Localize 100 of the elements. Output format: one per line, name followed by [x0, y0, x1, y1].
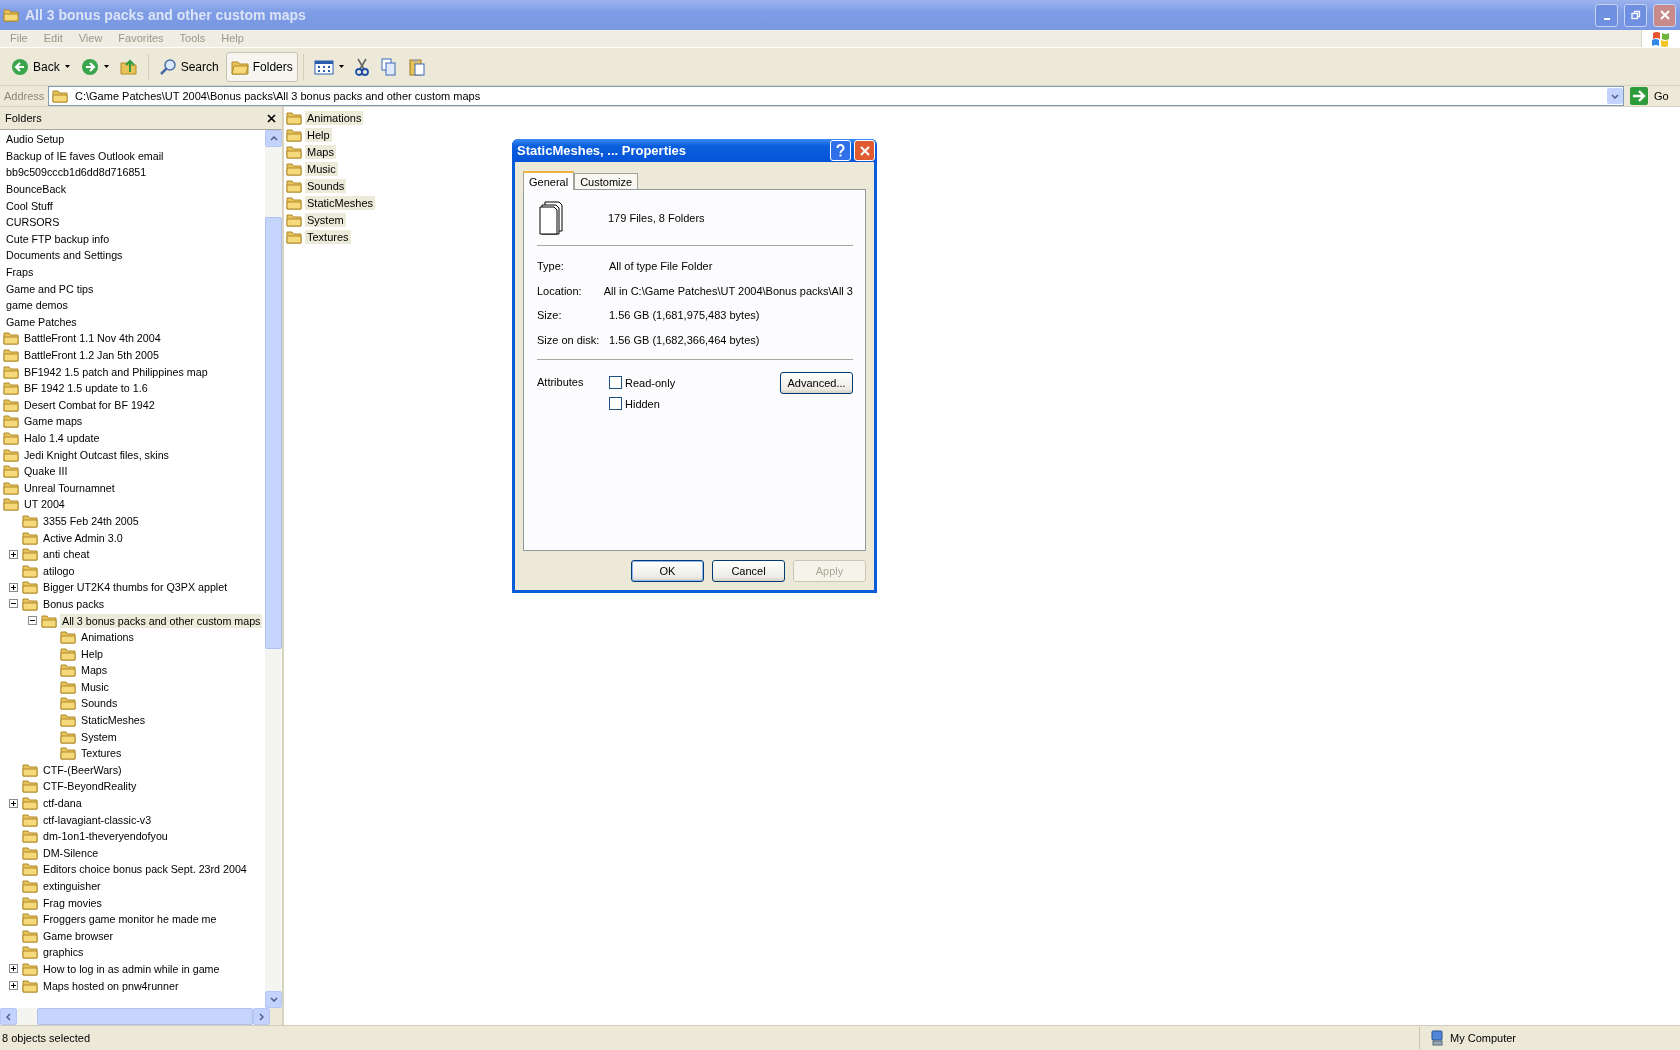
tree-item[interactable]: Halo 1.4 update	[22, 431, 102, 445]
tree-item[interactable]: Music	[79, 679, 111, 694]
tree-item[interactable]: Fraps	[4, 265, 36, 280]
tree-item[interactable]: BF 1942 1.5 update to 1.6	[22, 381, 150, 396]
tree-item[interactable]: Help	[79, 646, 105, 661]
tree-item[interactable]: Game maps	[22, 414, 85, 429]
dialog-title: StaticMeshes, ... Properties	[517, 143, 688, 158]
checkbox[interactable]: Hidden	[609, 397, 780, 410]
horizontal-scrollbar[interactable]	[0, 1008, 270, 1025]
tree-item[interactable]: Backup of IE faves Outlook email	[4, 148, 166, 163]
tree-item[interactable]: game demos	[4, 298, 70, 313]
advanced-button[interactable]: Advanced...	[780, 372, 853, 394]
checkbox[interactable]: Read-only	[609, 376, 780, 389]
chevron-right-icon[interactable]	[259, 1012, 264, 1021]
tree-item[interactable]: UT 2004	[22, 497, 67, 512]
tree-item[interactable]: StaticMeshes	[79, 713, 148, 728]
folder-item[interactable]: Maps	[305, 144, 336, 159]
folder-item[interactable]: Textures	[305, 229, 351, 244]
tree-item[interactable]: graphics	[41, 945, 86, 960]
search-button[interactable]: Search	[153, 51, 224, 82]
tab[interactable]: General	[523, 171, 575, 190]
tree-item[interactable]: CURSORS	[4, 215, 62, 230]
tree-item[interactable]: BF1942 1.5 patch and Philippines map	[22, 364, 210, 379]
expand-toggle-icon[interactable]	[9, 964, 18, 974]
help-button[interactable]	[830, 140, 851, 161]
dropdown-button[interactable]	[1607, 88, 1623, 104]
tree-item[interactable]: How to log in as admin while in game	[41, 962, 222, 976]
close-button[interactable]	[1653, 3, 1676, 27]
expand-toggle-icon[interactable]	[9, 798, 18, 808]
folder-item[interactable]: System	[305, 212, 346, 227]
tree-item[interactable]: Froggers game monitor he made me	[41, 912, 219, 927]
folder-item[interactable]: Music	[305, 161, 338, 176]
tree-item[interactable]: BounceBack	[4, 182, 68, 197]
tree-item[interactable]: atilogo	[41, 563, 77, 578]
tree-item[interactable]: Quake III	[22, 464, 70, 479]
folder-icon	[22, 845, 38, 860]
tree-item[interactable]: Game and PC tips	[4, 281, 96, 296]
tree-item[interactable]: dm-1on1-theveryendofyou	[41, 829, 170, 844]
tree-item[interactable]: Unreal Tournamnet	[22, 480, 117, 495]
tree-item[interactable]: Maps	[79, 663, 110, 678]
tree-item[interactable]: BattleFront 1.2 Jan 5th 2005	[22, 348, 161, 362]
tab[interactable]: Customize	[574, 173, 639, 189]
tree-item[interactable]: Bonus packs	[41, 596, 107, 611]
go-button[interactable]: Go	[1628, 86, 1680, 106]
tree-item[interactable]: 3355 Feb 24th 2005	[41, 513, 141, 528]
dialog-button[interactable]: OK	[631, 560, 704, 582]
folder-icon	[22, 547, 38, 562]
folder-item[interactable]: Animations	[305, 110, 364, 125]
close-icon[interactable]	[267, 113, 276, 123]
collapse-toggle-icon[interactable]	[9, 599, 18, 609]
folder-item[interactable]: StaticMeshes	[305, 195, 376, 210]
tree-item[interactable]: Audio Setup	[4, 132, 67, 147]
tree-item[interactable]: Jedi Knight Outcast files, skins	[22, 447, 171, 462]
tree-item[interactable]: ctf-dana	[41, 796, 84, 811]
tree-item[interactable]: BattleFront 1.1 Nov 4th 2004	[22, 331, 163, 346]
tree-item[interactable]: Textures	[79, 746, 124, 761]
scrollbar-corner	[270, 1008, 282, 1025]
chevron-up-icon[interactable]	[269, 136, 278, 141]
tree-item[interactable]: Frag movies	[41, 895, 104, 910]
tree-item[interactable]: Game Patches	[4, 314, 79, 329]
caret-icon[interactable]	[338, 65, 344, 68]
tree-item[interactable]: Active Admin 3.0	[41, 530, 125, 545]
tree-item[interactable]: CTF-BeyondReality	[41, 779, 139, 794]
tree-item[interactable]: anti cheat	[41, 547, 92, 562]
caret-icon[interactable]	[64, 65, 70, 68]
chevron-down-icon[interactable]	[269, 997, 278, 1002]
collapse-toggle-icon[interactable]	[28, 616, 37, 625]
tree-item[interactable]: All 3 bonus packs and other custom maps	[60, 613, 263, 628]
expand-toggle-icon[interactable]	[9, 981, 18, 991]
tree-item[interactable]: Editors choice bonus pack Sept. 23rd 2004	[41, 862, 249, 877]
caret-icon[interactable]	[103, 65, 109, 68]
tree-item[interactable]: CTF-(BeerWars)	[41, 762, 124, 777]
tree-item[interactable]: Maps hosted on pnw4runner	[41, 978, 181, 993]
tree-item[interactable]: bb9c509cccb1d6dd8d716851	[4, 165, 149, 180]
close-icon	[1659, 10, 1670, 20]
address-field[interactable]: C:\Game Patches\UT 2004\Bonus packs\All 3 bonus packs and other custom maps	[48, 86, 1624, 106]
folder-icon	[286, 178, 302, 193]
tree-item[interactable]: Cool Stuff	[4, 198, 55, 213]
dialog-button[interactable]: Cancel	[712, 560, 785, 582]
tree-item[interactable]: DM-Silence	[41, 845, 101, 860]
tree-item[interactable]: Sounds	[79, 696, 120, 711]
tree-item[interactable]: ctf-lavagiant-classic-v3	[41, 812, 154, 827]
tree-item[interactable]: Cute FTP backup info	[4, 231, 112, 246]
vertical-scrollbar[interactable]	[265, 130, 282, 1008]
folder-item[interactable]: Sounds	[305, 178, 347, 193]
tree-item[interactable]: extinguisher	[41, 879, 103, 893]
folders-button[interactable]: Folders	[225, 51, 298, 82]
tree-item[interactable]: Documents and Settings	[4, 248, 125, 263]
tree-item[interactable]: System	[79, 729, 119, 744]
minimize-button[interactable]	[1595, 3, 1618, 27]
back-button[interactable]: Back	[6, 51, 65, 82]
expand-toggle-icon[interactable]	[9, 582, 18, 592]
restore-button[interactable]	[1624, 3, 1647, 27]
folder-item[interactable]: Help	[305, 127, 332, 142]
tree-item[interactable]: Desert Combat for BF 1942	[22, 397, 157, 412]
tree-item[interactable]: Bigger UT2K4 thumbs for Q3PX applet	[41, 580, 230, 595]
tree-item[interactable]: Animations	[79, 630, 136, 645]
tree-item[interactable]: Game browser	[41, 928, 116, 943]
chevron-left-icon[interactable]	[6, 1012, 11, 1021]
expand-toggle-icon[interactable]	[9, 549, 18, 559]
